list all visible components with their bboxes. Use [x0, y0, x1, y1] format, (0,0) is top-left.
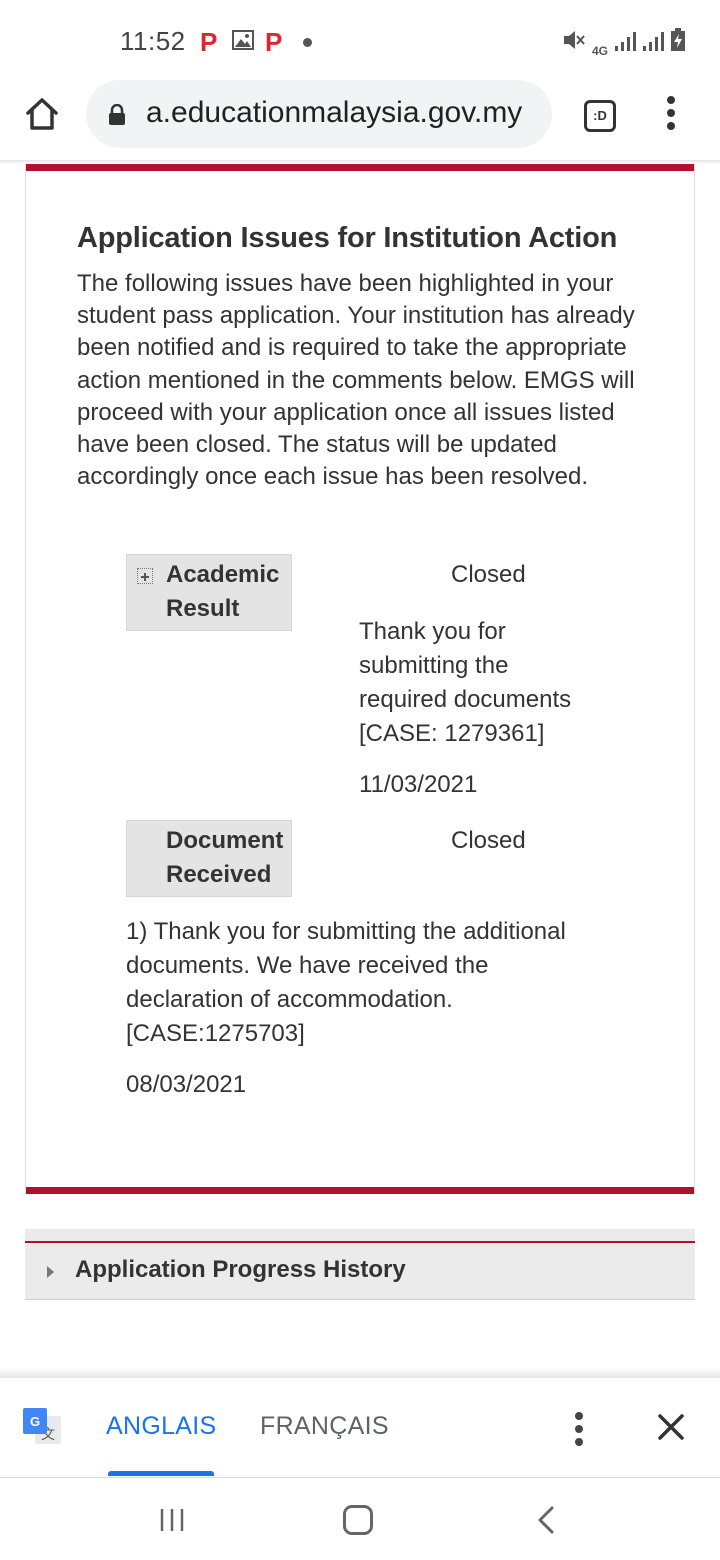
translate-bar: 文 G ANGLAIS FRANÇAIS [0, 1378, 720, 1478]
lock-icon [108, 103, 126, 131]
history-accent-line [25, 1241, 695, 1243]
notification-dot-icon [303, 38, 312, 47]
network-type-label: 4G [591, 44, 608, 58]
issue-status: Closed [451, 561, 526, 588]
issue-label-line: Result [166, 595, 240, 622]
gallery-icon [232, 30, 254, 55]
svg-text:G: G [30, 1414, 40, 1429]
signal-icon [642, 30, 664, 57]
url-text: a.educationmalaysia.gov.my [146, 96, 523, 129]
comment-line: [CASE: 1279361] [359, 720, 545, 747]
issue-label-line: Academic [166, 561, 280, 588]
issue-academic-result-toggle[interactable]: Academic Result [126, 554, 292, 631]
comment-line: submitting the [359, 652, 509, 679]
tab-switcher-button[interactable]: :D [584, 100, 616, 132]
issue-date: 11/03/2021 [359, 771, 478, 798]
home-icon[interactable] [22, 94, 62, 134]
tab-source-language[interactable]: ANGLAIS [106, 1412, 216, 1441]
pinterest-icon: P [200, 27, 218, 57]
browser-toolbar: a.educationmalaysia.gov.my :D [0, 80, 720, 162]
status-icons: 4G [562, 28, 686, 57]
issue-comment: 1) Thank you for submitting the addition… [126, 915, 566, 1051]
signal-icon [614, 30, 636, 57]
page-title: Application Issues for Institution Actio… [77, 222, 618, 254]
back-icon[interactable] [536, 1505, 556, 1535]
caret-right-icon [47, 1266, 54, 1278]
issue-label-line: Document [166, 827, 284, 854]
expand-icon [137, 568, 153, 584]
comment-line: 1) Thank you for submitting the addition… [126, 918, 566, 945]
battery-charging-icon [670, 28, 686, 57]
google-translate-icon: 文 G [23, 1408, 63, 1446]
comment-line: documents. We have received the [126, 952, 489, 979]
mute-icon [562, 28, 586, 57]
browser-menu-icon[interactable] [664, 96, 678, 136]
comment-line: Thank you for [359, 618, 506, 645]
tab-target-language[interactable]: FRANÇAIS [260, 1412, 389, 1441]
issue-date: 08/03/2021 [126, 1071, 247, 1098]
issue-comment: Thank you for submitting the required do… [359, 615, 571, 751]
recent-apps-icon[interactable] [159, 1507, 185, 1533]
status-bar: 11:52 P P 4G [0, 0, 720, 80]
url-field[interactable]: a.educationmalaysia.gov.my [86, 80, 552, 148]
progress-history-toggle[interactable]: Application Progress History [25, 1229, 695, 1300]
close-icon[interactable] [654, 1410, 688, 1444]
comment-line: declaration of accommodation. [126, 986, 453, 1013]
nav-home-icon[interactable] [343, 1505, 373, 1535]
issues-panel: Application Issues for Institution Actio… [25, 164, 695, 1194]
comment-line: required documents [359, 686, 572, 713]
translate-more-icon[interactable] [574, 1412, 584, 1452]
system-nav-bar [0, 1479, 720, 1560]
comment-line: [CASE:1275703] [126, 1020, 305, 1047]
issues-description: The following issues have been highlight… [77, 270, 635, 491]
panel-bottom-accent [26, 1187, 694, 1194]
active-tab-indicator [108, 1471, 214, 1476]
pinterest-icon: P [265, 27, 283, 57]
issue-document-received-toggle[interactable]: Document Received [126, 820, 292, 897]
issue-label-line: Received [166, 861, 272, 888]
issue-status: Closed [451, 827, 526, 854]
panel-top-accent [26, 164, 694, 171]
translate-bar-shadow [0, 1368, 720, 1378]
progress-history-label: Application Progress History [75, 1256, 406, 1283]
status-time: 11:52 [120, 26, 186, 56]
